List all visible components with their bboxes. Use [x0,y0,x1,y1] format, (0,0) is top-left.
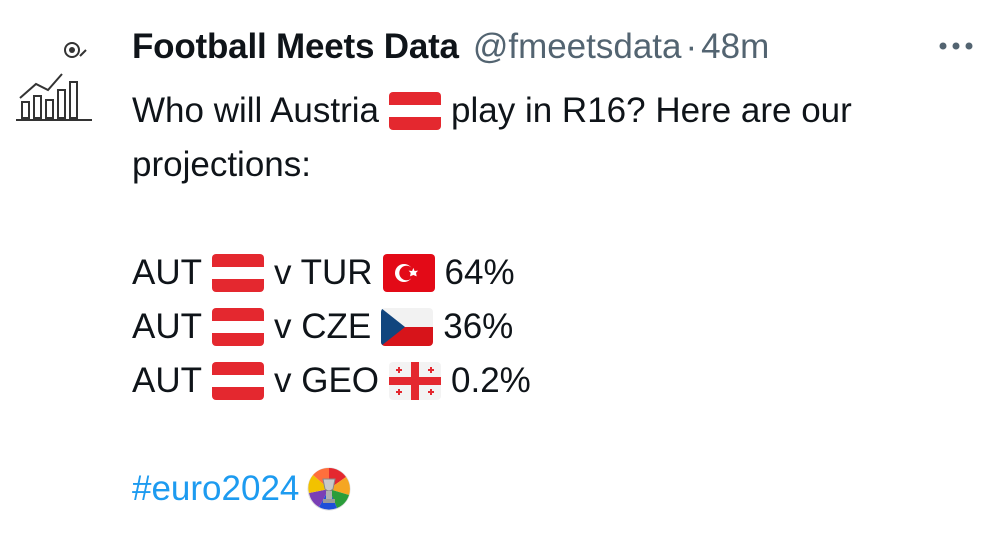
austria-flag-icon [389,92,442,130]
avatar[interactable] [10,36,98,124]
team-label: AUT [132,307,202,346]
czechia-flag-icon [381,308,434,346]
opponent-label: v GEO [274,361,380,400]
author-handle[interactable]: @fmeetsdata [473,27,682,67]
probability: 0.2% [451,361,531,400]
euro2024-logo-icon [307,467,351,511]
author-name[interactable]: Football Meets Data [132,27,459,67]
austria-flag-icon [212,308,264,346]
intro-line-2: projections: [132,145,311,184]
matchup-row: AUT v GEO 0.2% [132,354,982,408]
turkey-flag-icon [382,254,435,292]
team-label: AUT [132,253,202,292]
hashtag-link[interactable]: #euro2024 [132,462,299,516]
tweet-text: Who will Austria play in R16? Here are o… [132,84,982,516]
intro-part1: Who will Austria [132,91,380,130]
austria-flag-icon [212,362,264,400]
opponent-label: v CZE [274,307,372,346]
opponent-label: v TUR [274,253,373,292]
matchup-row: AUT v TUR 64% [132,246,982,300]
probability: 36% [443,307,514,346]
probability: 64% [444,253,515,292]
more-horizontal-icon [939,42,973,50]
intro-line: Who will Austria play in R16? Here are o… [132,84,982,138]
tweet-header: Football Meets Data @fmeetsdata · 48m [132,22,976,72]
more-button[interactable] [936,28,976,64]
timestamp[interactable]: 48m [701,27,769,67]
georgia-flag-icon [389,362,442,400]
separator-dot: · [685,27,698,66]
team-label: AUT [132,361,202,400]
matchup-row: AUT v CZE 36% [132,300,982,354]
austria-flag-icon [212,254,264,292]
intro-part2: play in R16? Here are our [451,91,852,130]
bar-chart-football-icon [16,42,92,121]
hashtag-line: #euro2024 [132,462,982,516]
